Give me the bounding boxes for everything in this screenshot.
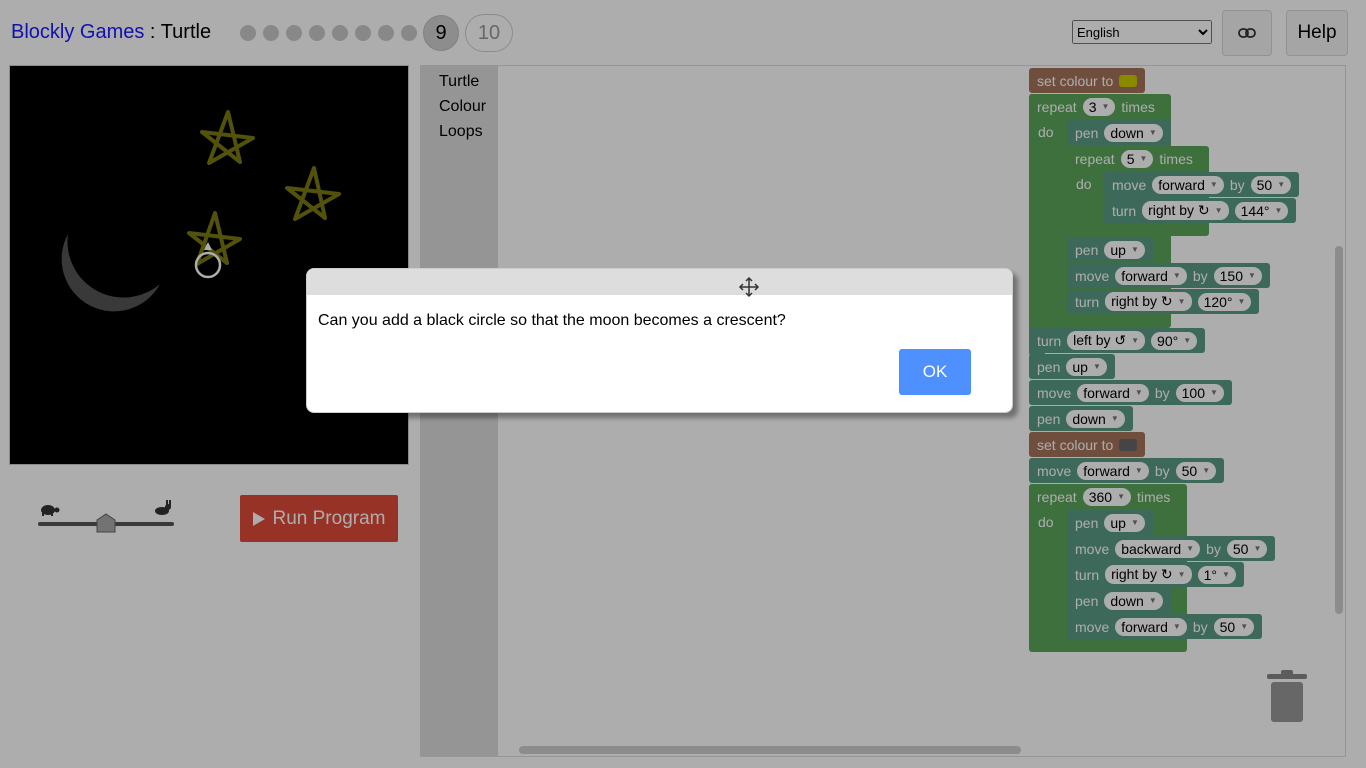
dialog: Can you add a black circle so that the m… xyxy=(306,268,1013,413)
dialog-message: Can you add a black circle so that the m… xyxy=(318,312,786,329)
ok-button[interactable]: OK xyxy=(899,349,971,395)
blockly-games-page: Blockly Games : Turtle 9 10 English Help xyxy=(0,0,1366,768)
move-icon xyxy=(738,276,760,298)
dialog-drag-handle[interactable] xyxy=(307,269,1012,298)
